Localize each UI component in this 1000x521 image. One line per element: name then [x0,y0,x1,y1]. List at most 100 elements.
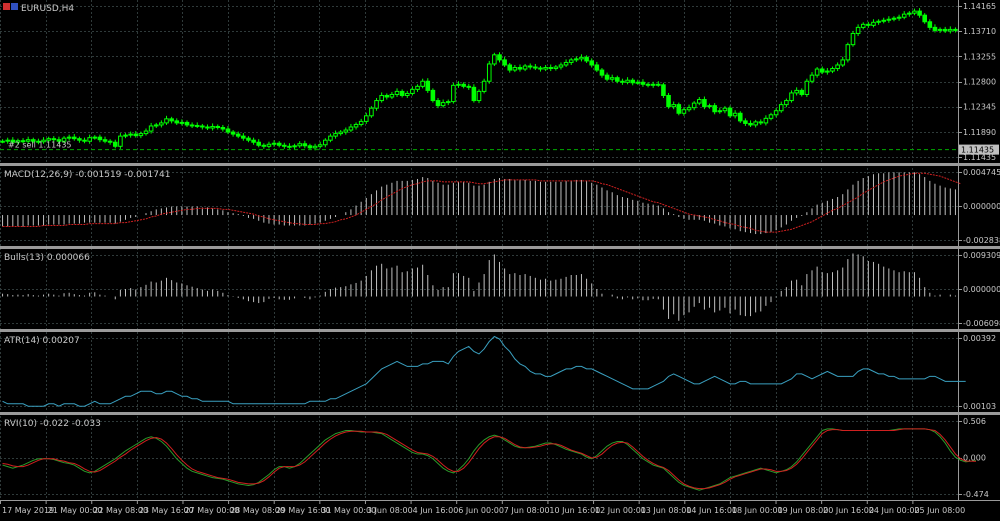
time-tick-label: 10 Jun 16:00 [549,506,600,515]
axis-tick-label: 1.11890 [963,128,996,137]
candle [302,143,308,147]
candle [763,117,769,124]
axis-tick-label: 0.00103 [963,402,996,411]
candle [297,143,302,147]
candle [671,104,676,108]
candle [686,107,692,111]
candle [615,77,620,82]
candle [784,100,789,106]
candle [896,16,902,19]
candle [533,66,538,69]
candle [778,104,784,112]
candle [404,92,410,96]
candle [912,10,917,14]
pane-title-bulls: Bulls(13) 0.000066 [4,253,90,263]
candle [353,123,359,128]
axis-tick-label: 1.12345 [963,103,996,112]
candle [666,94,671,108]
candle [942,28,948,32]
candle [471,86,477,102]
candle [107,140,113,143]
candle [271,142,277,145]
candle [164,118,169,124]
candle [866,23,871,26]
candle [630,79,635,84]
candle [205,126,210,129]
candle [707,105,712,108]
candle [138,133,144,137]
candle [881,19,887,22]
candle [620,80,625,83]
candle [948,28,953,32]
candle [830,68,835,72]
candle [194,124,200,127]
candle [348,126,354,131]
candle [246,137,251,141]
candle [394,90,400,95]
candle [328,135,333,141]
candle [835,64,840,70]
time-tick-label: 20 Jun 16:00 [823,506,874,515]
candle [860,23,866,28]
candle [256,141,262,146]
candle [650,83,656,86]
candle [917,10,922,16]
candle [148,125,154,132]
candle [548,67,554,70]
candle [845,44,851,61]
candle [307,145,313,149]
candle [292,145,297,148]
candle [102,139,108,142]
candle [574,58,579,61]
chart-canvas[interactable]: 1.14165 1.13710 1.13255 1.12800 1.12345 1.118… [0,0,1000,517]
axis-tick-label: 1.14165 [963,2,996,11]
time-tick-label: 7 Jun 08:00 [504,506,550,515]
candle [840,59,846,66]
candle [712,105,717,113]
candle [71,136,77,140]
time-tick-label: 25 Jun 08:00 [914,506,965,515]
axis-tick-label: 0.004745 [963,168,1000,177]
candle [486,63,492,82]
trading-chart[interactable]: 1.14165 1.13710 1.13255 1.12800 1.12345 1.118… [0,0,1000,517]
chart-background [0,0,1000,517]
candle [563,61,569,66]
candle [123,134,128,137]
candle [225,128,231,133]
time-tick-label: 12 Jun 00:00 [595,506,646,515]
candle [189,124,195,127]
candle [410,88,415,94]
candle [850,32,856,46]
candle [538,67,543,70]
candle [87,137,92,142]
candle [558,64,564,68]
candle [276,142,282,146]
candle [389,93,395,98]
candle [374,100,379,109]
candle [507,64,513,71]
pane-title-macd: MACD(12,26,9) -0.001519 -0.001741 [4,170,170,180]
candle [379,94,384,102]
candle [522,65,528,70]
axis-tick-label: 1.13710 [963,27,996,36]
time-tick-label: 19 Jun 08:00 [778,506,829,515]
candle [143,130,149,135]
candle [789,92,794,102]
candle [599,69,605,76]
axis-tick-label: -0.002838 [963,236,1000,245]
candle [717,110,723,113]
candle [886,18,892,21]
time-tick-label: 17 May 2019 [2,506,54,515]
candle [51,138,57,141]
time-tick-label: 13 Jun 08:00 [641,506,692,515]
candle [220,126,226,130]
candle [681,109,687,114]
candle [399,90,405,96]
axis-tick-label: 1.12800 [963,78,996,87]
candle [937,28,943,31]
candle [656,83,661,86]
candle [732,112,738,117]
candle [235,133,241,137]
candle [159,122,164,126]
candle [369,107,374,117]
